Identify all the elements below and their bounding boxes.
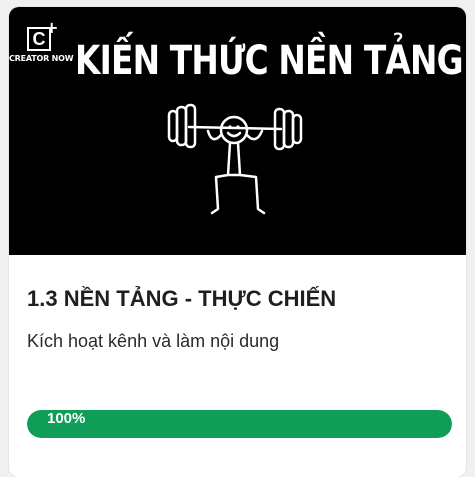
course-card[interactable]: C + CREATOR NOW KIẾN THỨC NỀN TẢNG 1.3 N…: [9, 7, 466, 477]
logo-text: CREATOR NOW: [9, 54, 74, 63]
progress-label: 100%: [47, 410, 86, 427]
progress-bar: 100%: [27, 410, 452, 438]
course-title[interactable]: 1.3 NỀN TẢNG - THỰC CHIẾN: [27, 286, 336, 312]
course-thumbnail[interactable]: C + CREATOR NOW KIẾN THỨC NỀN TẢNG: [9, 7, 466, 255]
weightlifter-icon: [167, 103, 303, 215]
creator-now-logo: C + CREATOR NOW: [9, 18, 81, 77]
logo-plus: +: [45, 18, 59, 37]
thumbnail-title: KIẾN THỨC NỀN TẢNG: [75, 38, 464, 84]
progress-fill: [27, 410, 452, 438]
course-subtitle: Kích hoạt kênh và làm nội dung: [27, 331, 280, 351]
